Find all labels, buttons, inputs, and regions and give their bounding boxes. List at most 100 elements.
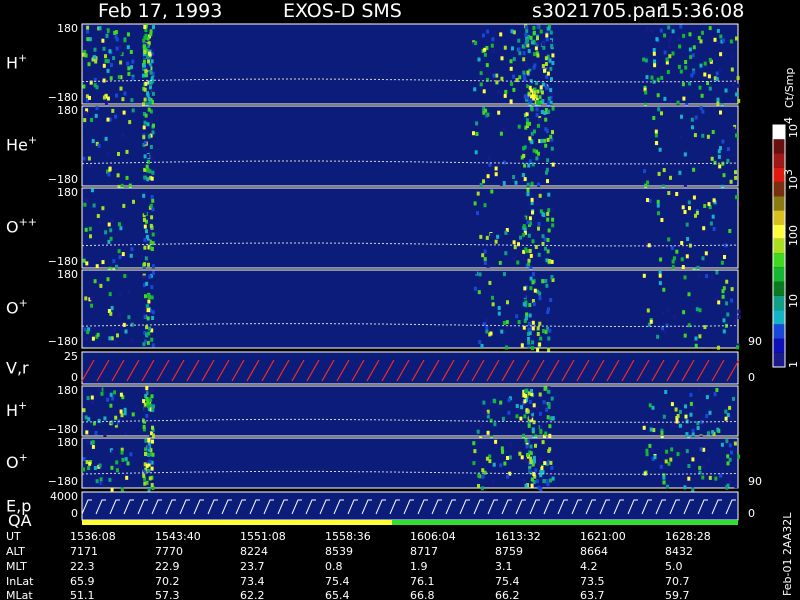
spectrum-cell (694, 336, 698, 341)
spectrum-cell (147, 97, 151, 102)
spectrum-cell (719, 146, 722, 151)
spectrum-cell (501, 416, 505, 421)
spectrum-cell (496, 234, 500, 239)
spectrum-cell (144, 438, 148, 443)
spectrum-cell (143, 97, 147, 102)
y-max-tick: 180 (57, 268, 78, 281)
spectrum-cell (525, 312, 529, 317)
spectrum-cell (510, 29, 514, 34)
spectrum-cell (550, 396, 554, 401)
spectrum-cell (663, 96, 667, 101)
spectrum-cell (690, 117, 694, 122)
spectrum-cell (550, 207, 554, 212)
footer-cell: 76.1 (410, 575, 435, 588)
spectrum-cell (532, 302, 536, 307)
spectrum-cell (719, 473, 723, 478)
spectrum-cell (98, 26, 102, 31)
spectrum-cell (722, 173, 726, 178)
spectrum-cell (483, 52, 487, 57)
footer-cell: 75.4 (325, 575, 350, 588)
panel-3: O++ 180 −180 (6, 186, 739, 272)
spectrum-cell (95, 106, 99, 111)
spectrum-cell (98, 220, 102, 225)
spectrum-cell (146, 154, 150, 158)
spectrum-cell (85, 261, 89, 266)
spectrum-cell (729, 415, 733, 420)
spectrum-cell (131, 108, 135, 113)
spectrum-cell (523, 389, 527, 394)
spectrum-cell (547, 307, 550, 312)
spectrum-cell (86, 29, 90, 34)
spectrum-cell (117, 152, 120, 156)
spectrum-cell (143, 245, 147, 250)
spectrum-cell (684, 404, 687, 409)
spectrum-cell (652, 428, 656, 433)
spectrum-cell (667, 237, 671, 242)
spectrum-cell (144, 69, 148, 74)
spectrum-cell (512, 87, 516, 92)
spectrum-cell (96, 214, 100, 218)
spectrum-cell (142, 193, 146, 198)
spectrum-cell (481, 33, 485, 38)
spectrum-cell (527, 92, 531, 97)
spectrum-cell (692, 167, 696, 172)
panel-label: O+ (6, 296, 28, 317)
spectrum-cell (713, 37, 717, 42)
spectrum-cell (147, 438, 151, 443)
spectrum-cell (528, 204, 532, 209)
spectrum-cell (688, 47, 692, 52)
spectrum-cell (146, 168, 150, 173)
spectrum-cell (544, 143, 548, 148)
spectrum-cell (526, 188, 530, 193)
spectrum-cell (119, 324, 123, 328)
spectrum-cell (482, 179, 485, 184)
spectrum-cell (685, 254, 689, 259)
spectrum-cell (99, 283, 103, 288)
spectrum-cell (91, 400, 94, 405)
spectrum-cell (104, 101, 108, 106)
spectrum-cell (665, 57, 669, 62)
spectrum-cell (527, 337, 531, 341)
spectrum-cell (736, 76, 740, 81)
spectrum-cell (517, 124, 521, 129)
spectrum-cell (499, 131, 503, 136)
colorbar-swatch (773, 295, 785, 310)
spectrum-cell (546, 179, 549, 184)
spectrum-cell (651, 405, 655, 410)
spectrum-cell (522, 70, 526, 75)
spectrum-cell (120, 450, 124, 455)
colorbar-swatch (773, 267, 785, 282)
spectrum-cell (549, 39, 553, 44)
spectrum-cell (694, 343, 698, 348)
footer-cell: 73.4 (240, 575, 265, 588)
footer-cell: 1621:00 (580, 530, 626, 543)
spectrum-cell (506, 300, 509, 305)
spectrum-cell (680, 257, 684, 262)
spectrum-cell (486, 263, 490, 268)
spectrum-cell (494, 172, 498, 177)
spectrum-cell (539, 336, 543, 341)
spectrum-cell (113, 390, 117, 395)
spectrum-cell (86, 440, 90, 445)
spectrum-cell (98, 463, 102, 468)
colorbar-swatch (773, 310, 785, 325)
spectrum-cell (542, 213, 546, 217)
spectrum-cell (494, 239, 498, 244)
spectrum-cell (642, 273, 646, 278)
spectrum-cell (549, 30, 553, 35)
spectrum-cell (485, 63, 489, 68)
spectrum-cell (485, 318, 489, 323)
spectrum-cell (543, 138, 547, 143)
spectrum-cell (670, 402, 674, 407)
spectrum-cell (528, 136, 532, 141)
spectrum-cell (144, 452, 147, 456)
spectrum-cell (530, 40, 534, 45)
spectrum-cell (472, 441, 476, 446)
spectrum-cell (549, 298, 553, 302)
spectrum-cell (549, 88, 553, 93)
spectrum-cell (645, 452, 649, 457)
spectrum-cell (528, 415, 532, 420)
spectrum-cell (528, 303, 532, 308)
spectrum-cell (646, 308, 650, 313)
spectrum-cell (500, 446, 504, 451)
